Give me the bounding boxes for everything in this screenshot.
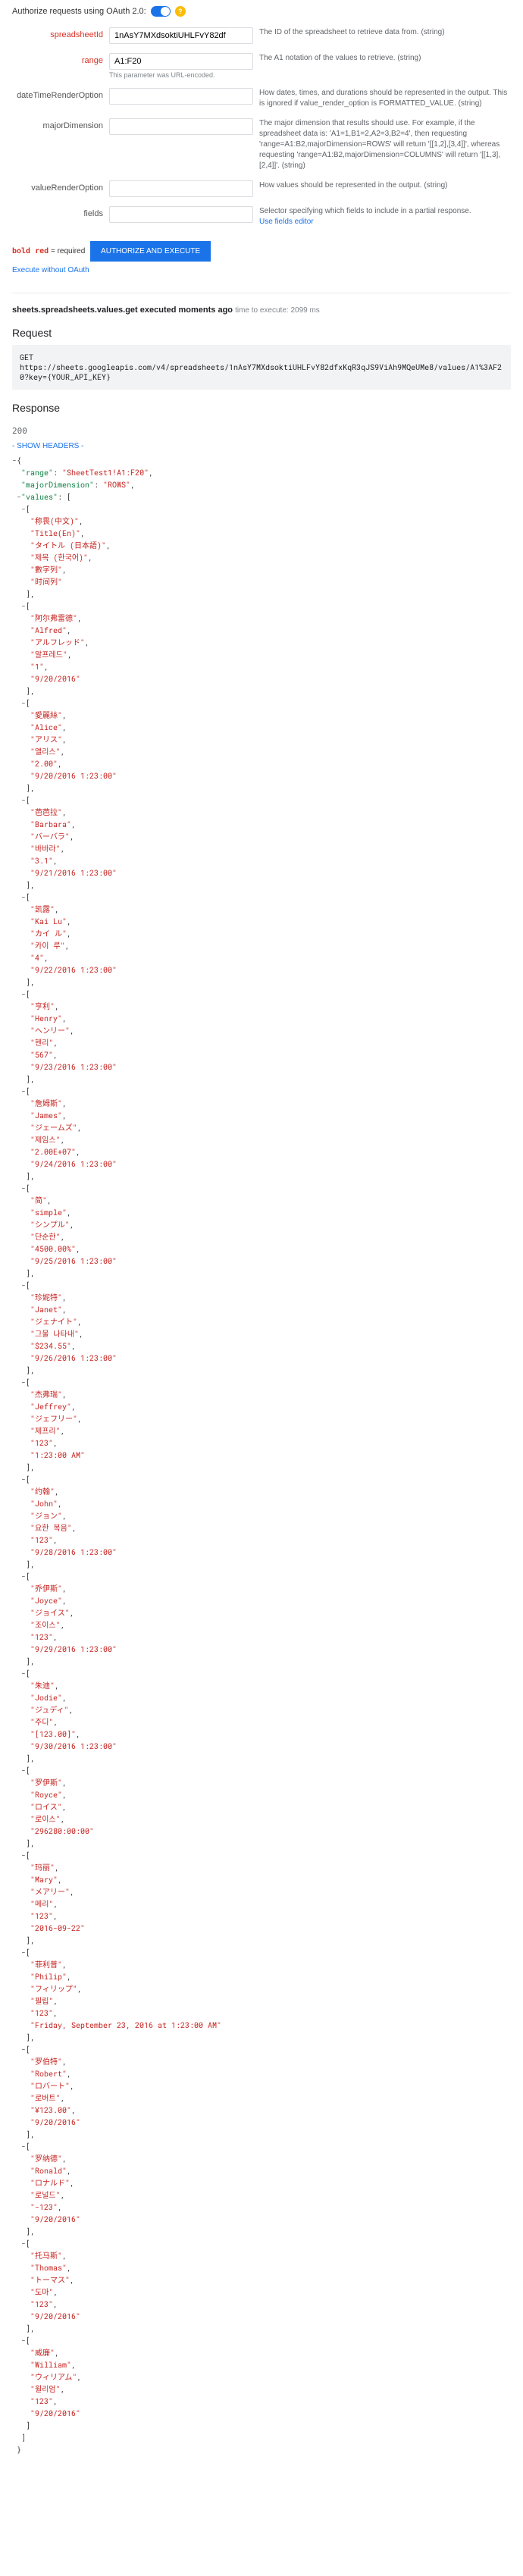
legend-eq: = required (49, 247, 85, 255)
param-input-fields[interactable] (109, 206, 253, 223)
executed-title: sheets.spreadsheets.values.get executed … (12, 306, 233, 315)
param-name-majorDimension: majorDimension (12, 118, 103, 130)
request-heading: Request (0, 315, 523, 345)
legend-bold-red: bold red (12, 247, 49, 255)
param-input-spreadsheetId[interactable] (109, 27, 253, 44)
param-name-spreadsheetId: spreadsheetId (12, 27, 103, 39)
param-hint: This parameter was URL-encoded. (109, 71, 253, 79)
param-input-valueRenderOption[interactable] (109, 180, 253, 197)
param-desc: How values should be represented in the … (259, 180, 511, 191)
show-headers-link[interactable]: - SHOW HEADERS - (0, 442, 523, 455)
param-input-majorDimension[interactable] (109, 118, 253, 135)
param-name-valueRenderOption: valueRenderOption (12, 180, 103, 193)
param-input-range[interactable] (109, 53, 253, 70)
request-body: GET https://sheets.googleapis.com/v4/spr… (12, 345, 511, 390)
param-desc: How dates, times, and durations should b… (259, 88, 511, 109)
oauth-toggle[interactable] (151, 6, 171, 17)
param-desc: The A1 notation of the values to retriev… (259, 53, 511, 64)
response-json: -{ "range": "SheetTest1!A1:F20", "majorD… (12, 455, 511, 2456)
execute-without-oauth-link[interactable]: Execute without OAuth (12, 262, 511, 274)
param-name-dateTimeRenderOption: dateTimeRenderOption (12, 88, 103, 100)
param-name-range: range (12, 53, 103, 65)
params-table: spreadsheetId The ID of the spreadsheet t… (0, 23, 523, 232)
param-input-dateTimeRenderOption[interactable] (109, 88, 253, 105)
auth-label: Authorize requests using OAuth 2.0: (12, 7, 146, 16)
param-desc: Selector specifying which fields to incl… (259, 206, 511, 227)
param-desc: The ID of the spreadsheet to retrieve da… (259, 27, 511, 38)
param-name-fields: fields (12, 206, 103, 218)
authorize-execute-button[interactable]: AUTHORIZE AND EXECUTE (90, 241, 211, 262)
param-desc: The major dimension that results should … (259, 118, 511, 171)
executed-time: time to execute: 2099 ms (235, 306, 320, 315)
response-status: 200 (0, 420, 523, 442)
response-heading: Response (0, 390, 523, 420)
fields-editor-link[interactable]: Use fields editor (259, 218, 314, 226)
help-icon[interactable]: ? (175, 6, 186, 17)
